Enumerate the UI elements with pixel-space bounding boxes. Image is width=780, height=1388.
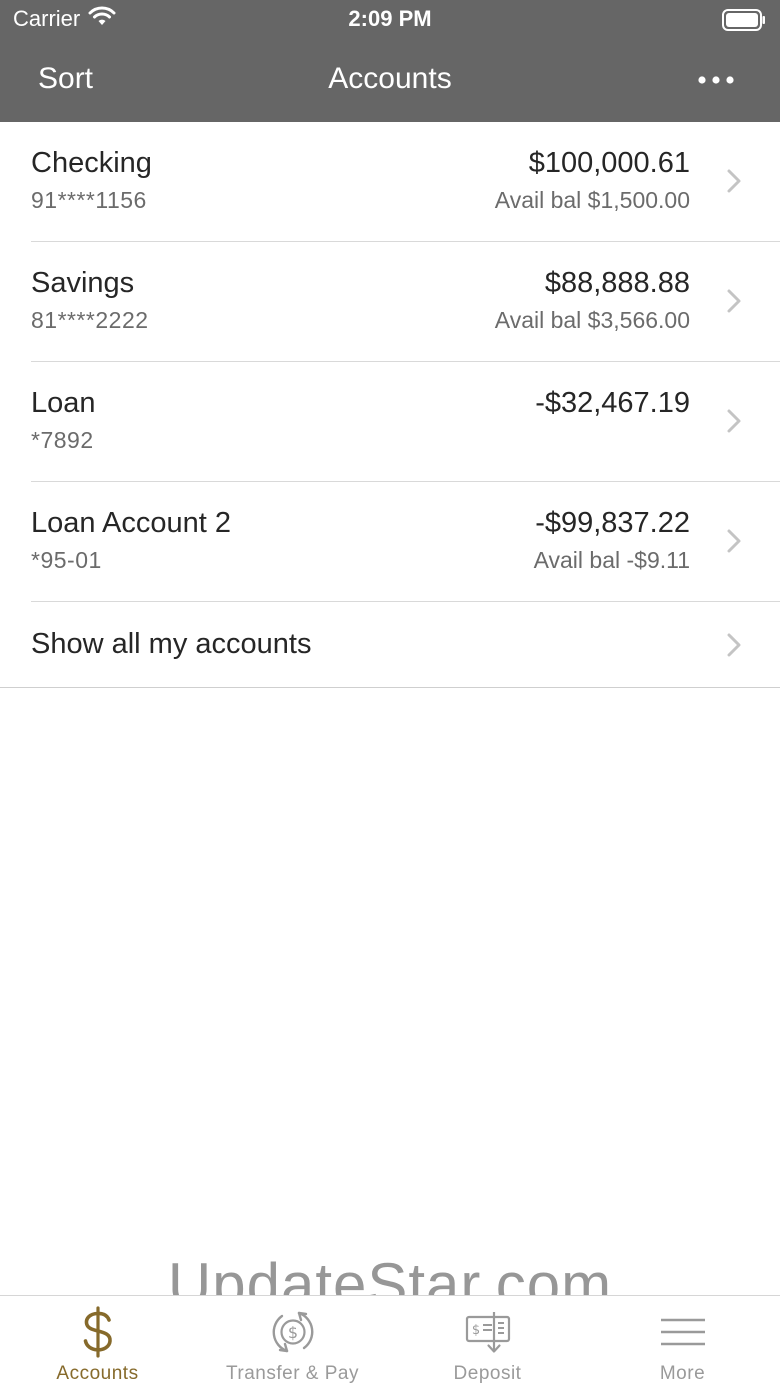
svg-text:$: $ [471, 1323, 479, 1338]
account-list: Checking 91****1156 $100,000.61 Avail ba… [0, 122, 780, 688]
chevron-right-icon [727, 529, 741, 553]
tab-deposit[interactable]: $ Deposit [390, 1296, 585, 1388]
battery-icon [722, 9, 766, 36]
show-all-accounts-row[interactable]: Show all my accounts [0, 602, 780, 688]
chevron-right-icon [727, 633, 741, 657]
chevron-right-icon [727, 289, 741, 313]
show-all-accounts-label: Show all my accounts [31, 628, 312, 660]
available-balance: Avail bal $3,566.00 [494, 307, 690, 333]
account-name: Loan [31, 387, 96, 419]
chevron-right-icon [727, 409, 741, 433]
header: Carrier 2:09 PM Sort Accounts [0, 0, 780, 122]
check-deposit-icon: $ [465, 1312, 510, 1353]
account-balance: -$32,467.19 [535, 387, 690, 419]
dollar-sign-icon [83, 1306, 112, 1358]
tab-label: Deposit [453, 1363, 522, 1384]
tab-accounts[interactable]: Accounts [0, 1296, 195, 1388]
status-bar: Carrier 2:09 PM [0, 0, 780, 40]
page-title: Accounts [328, 62, 452, 95]
account-number: *7892 [31, 427, 94, 453]
tab-transfer-pay[interactable]: $ Transfer & Pay [195, 1296, 390, 1388]
account-number: 91****1156 [31, 187, 147, 213]
more-dots-icon [698, 76, 734, 84]
tab-label: Transfer & Pay [225, 1363, 359, 1384]
nav-bar: Sort Accounts [0, 40, 780, 122]
account-row-checking[interactable]: Checking 91****1156 $100,000.61 Avail ba… [0, 122, 780, 242]
tab-label: More [659, 1363, 706, 1384]
account-name: Savings [31, 267, 135, 299]
available-balance: Avail bal $1,500.00 [494, 187, 690, 213]
hamburger-menu-icon [660, 1318, 705, 1346]
tab-bar: Accounts $ Transfer & Pay $ Deposit More [0, 1295, 780, 1388]
tab-more[interactable]: More [585, 1296, 780, 1388]
list-bottom-divider [0, 687, 780, 688]
chevron-right-icon [727, 169, 741, 193]
more-options-button[interactable] [696, 70, 736, 90]
account-name: Loan Account 2 [31, 507, 231, 539]
account-row-loan[interactable]: Loan *7892 -$32,467.19 [0, 362, 780, 482]
available-balance: Avail bal -$9.11 [533, 547, 690, 573]
clock: 2:09 PM [348, 6, 432, 31]
account-number: *95-01 [31, 547, 102, 573]
svg-text:$: $ [287, 1323, 297, 1342]
account-balance: $100,000.61 [528, 147, 690, 179]
tab-label: Accounts [56, 1363, 139, 1384]
account-row-savings[interactable]: Savings 81****2222 $88,888.88 Avail bal … [0, 242, 780, 362]
account-balance: -$99,837.22 [535, 507, 690, 539]
account-name: Checking [31, 147, 152, 179]
account-balance: $88,888.88 [544, 267, 690, 299]
account-number: 81****2222 [31, 307, 149, 333]
account-row-loan-account-2[interactable]: Loan Account 2 *95-01 -$99,837.22 Avail … [0, 482, 780, 602]
transfer-cycle-dollar-icon: $ [272, 1311, 313, 1353]
